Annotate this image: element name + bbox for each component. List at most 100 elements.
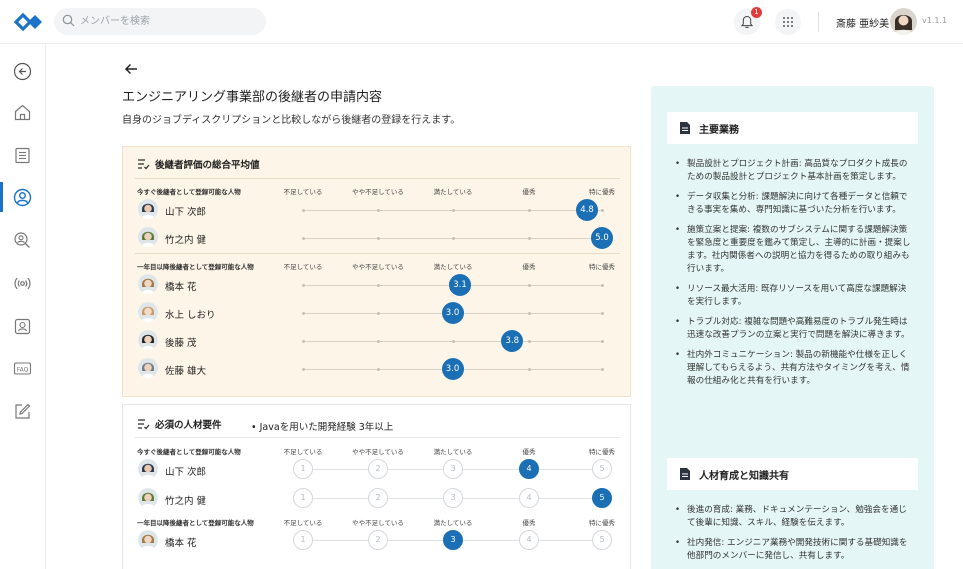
section-title-main-duties: 主要業務 — [699, 125, 739, 136]
person-name: 佐藤 雄大 — [165, 366, 207, 377]
broadcast-icon — [14, 277, 31, 290]
list-item: トラブル対応: 複雑な問題や高難易度のトラブル発生時は迅速な改善プランの立案と実… — [671, 316, 911, 342]
requirements-divider — [135, 437, 620, 438]
average-score-marker: 4.8 — [576, 199, 599, 221]
app-version: v1.1.1 — [922, 16, 948, 25]
search-input[interactable] — [80, 12, 260, 31]
sidebar-item-faq[interactable]: FAQ — [0, 353, 46, 383]
sidebar-item-edit[interactable] — [0, 396, 46, 426]
id-badge-icon — [14, 318, 31, 335]
sidebar-item-member-search[interactable] — [0, 225, 46, 255]
sidebar-item-documents[interactable] — [0, 140, 46, 170]
list-check-icon — [138, 419, 150, 430]
level-label: 満たしている — [433, 519, 473, 527]
search-icon — [62, 14, 75, 27]
requirements-card-title: 必須の人材要件 — [155, 420, 222, 431]
rating-option-1[interactable]: 1 — [293, 459, 313, 479]
rating-option-3[interactable]: 3 — [443, 530, 463, 550]
member-search[interactable] — [54, 8, 266, 35]
avatar — [138, 459, 158, 479]
talent-development-list: 後進の育成: 業務、ドキュメンテーション、勉強会を通じて後輩に知識、スキル、経験… — [671, 504, 911, 569]
group-label: 今すぐ後継者として登録可能な人物 — [137, 188, 241, 196]
user-avatar[interactable] — [890, 8, 917, 35]
score-tick — [302, 209, 305, 212]
average-score-marker: 5.0 — [591, 227, 613, 249]
job-description-panel: 主要業務 製品設計とプロジェクト計画: 高品質なプロダクト成長のための製品設計と… — [651, 86, 934, 569]
notification-badge: 1 — [751, 7, 762, 18]
score-tick — [528, 368, 531, 371]
section-header-talent-development: 人材育成と知識共有 — [667, 458, 918, 490]
level-label: 優秀 — [522, 263, 536, 271]
level-label: やや不足している — [352, 519, 404, 527]
app-menu-button[interactable] — [775, 9, 801, 35]
level-label: やや不足している — [352, 263, 404, 271]
score-tick — [377, 237, 380, 240]
home-icon — [14, 104, 31, 121]
score-tick — [528, 312, 531, 315]
score-tick — [601, 340, 604, 343]
list-item: データ収集と分析: 課題解決に向けて各種データと信頼できる事実を集め、専門知識に… — [671, 191, 911, 217]
level-label: やや不足している — [352, 448, 404, 456]
rating-option-4[interactable]: 4 — [519, 488, 539, 508]
user-circle-icon — [13, 188, 32, 207]
sidebar-collapse-button[interactable] — [0, 56, 46, 86]
list-item: 後進の育成: 業務、ドキュメンテーション、勉強会を通じて後輩に知識、スキル、経験… — [671, 504, 911, 530]
rating-option-2[interactable]: 2 — [368, 488, 388, 508]
rating-option-1[interactable]: 1 — [293, 488, 313, 508]
level-label: 満たしている — [433, 188, 473, 196]
rating-option-4[interactable]: 4 — [519, 530, 539, 550]
sidebar-item-profile[interactable] — [0, 182, 46, 212]
app-logo-icon[interactable] — [14, 12, 44, 32]
rating-option-5[interactable]: 5 — [592, 488, 612, 508]
rating-option-2[interactable]: 2 — [368, 530, 388, 550]
level-label: 不足している — [283, 519, 323, 527]
top-bar: 1 斎藤 亜紗美 v1.1.1 — [0, 0, 963, 44]
document-icon — [680, 122, 690, 134]
score-tick — [452, 209, 455, 212]
user-name[interactable]: 斎藤 亜紗美 — [836, 15, 889, 30]
grid-icon — [783, 17, 793, 27]
person-name: 竹之内 健 — [165, 496, 207, 507]
level-label: 満たしている — [433, 448, 473, 456]
rating-option-5[interactable]: 5 — [592, 530, 612, 550]
avatar — [138, 199, 158, 219]
score-tick — [528, 237, 531, 240]
rating-option-2[interactable]: 2 — [368, 459, 388, 479]
avatar — [138, 227, 158, 247]
sidebar-item-contacts[interactable] — [0, 311, 46, 341]
page-title: エンジニアリング事業部の後継者の申請内容 — [122, 90, 383, 105]
rating-option-3[interactable]: 3 — [443, 459, 463, 479]
level-label: 優秀 — [522, 188, 536, 196]
person-name: 橋本 花 — [165, 282, 197, 293]
person-name: 山下 次郎 — [165, 207, 207, 218]
back-arrow-icon[interactable] — [122, 60, 140, 78]
person-name: 竹之内 健 — [165, 235, 207, 246]
sidebar-item-broadcast[interactable] — [0, 268, 46, 298]
group-label: 一年目以降後継者として登録可能な人物 — [137, 263, 254, 271]
required-requirements-card: 必須の人材要件 • Javaを用いた開発経験 3年以上 今すぐ後継者として登録可… — [122, 404, 631, 569]
avatar — [138, 302, 158, 322]
document-icon — [680, 468, 690, 480]
rating-option-5[interactable]: 5 — [592, 459, 612, 479]
arrow-left-circle-icon — [13, 62, 32, 81]
rating-option-1[interactable]: 1 — [293, 530, 313, 550]
sidebar-item-home[interactable] — [0, 97, 46, 127]
score-tick — [302, 340, 305, 343]
score-tick — [452, 340, 455, 343]
rating-option-3[interactable]: 3 — [443, 488, 463, 508]
level-label: 特に優秀 — [589, 263, 615, 271]
faq-icon: FAQ — [13, 362, 32, 375]
score-tick — [377, 340, 380, 343]
score-tick — [377, 312, 380, 315]
avatar — [138, 488, 158, 508]
score-tick — [302, 284, 305, 287]
list-item: リソース最大活用: 既存リソースを用いて高度な課題解決を実行します。 — [671, 283, 911, 309]
score-tick — [452, 237, 455, 240]
score-tick — [377, 209, 380, 212]
person-name: 水上 しおり — [165, 310, 216, 321]
group-divider — [135, 253, 620, 254]
person-name: 後藤 茂 — [165, 338, 197, 349]
score-tick — [302, 312, 305, 315]
rating-option-4[interactable]: 4 — [519, 459, 539, 479]
score-tick — [528, 284, 531, 287]
